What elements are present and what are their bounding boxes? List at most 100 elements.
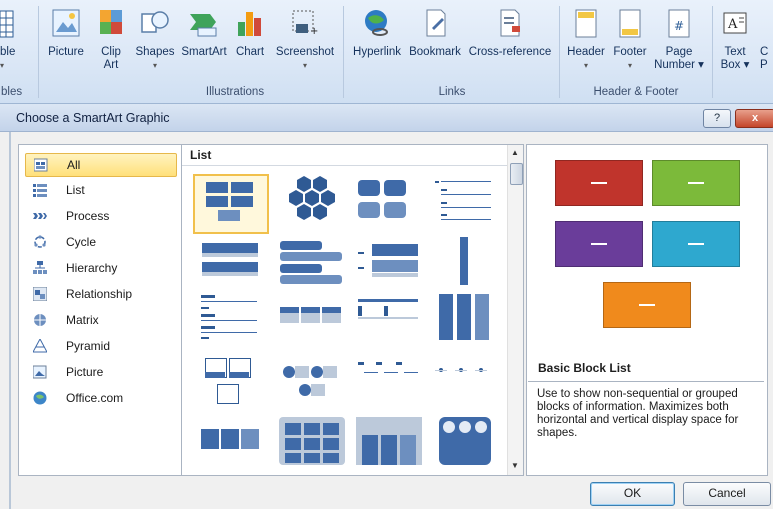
category-label: All — [67, 158, 81, 172]
header-footer-group-label: Header & Footer — [593, 86, 679, 98]
cross-reference-label: Cross-reference — [468, 46, 552, 58]
preview-layout-name: Basic Block List — [538, 361, 631, 375]
picture-button[interactable]: Picture — [45, 8, 87, 59]
list-icon — [33, 183, 47, 197]
layout-tile-hexagon-cluster[interactable] — [275, 174, 349, 230]
smartart-button[interactable]: SmartArt — [180, 8, 228, 59]
category-label: Office.com — [66, 391, 124, 405]
footer-button[interactable]: Footer ▾ — [610, 8, 650, 72]
layout-tile-segmented-list[interactable] — [352, 291, 426, 347]
clip-art-icon — [96, 8, 126, 38]
layout-tile-lined-list[interactable] — [427, 174, 501, 230]
layout-tile-pyramid-list[interactable] — [275, 291, 349, 347]
category-item-pyramid[interactable]: Pyramid — [25, 335, 175, 357]
category-list: All List Process Cycle Hierarchy Relatio… — [18, 144, 182, 476]
text-box-button[interactable]: A Text Box ▾ — [715, 8, 755, 72]
layout-tile-circle-block-list[interactable] — [427, 413, 501, 469]
layout-tile-stacked-list[interactable] — [275, 235, 349, 291]
category-label: Process — [66, 209, 110, 223]
screenshot-button[interactable]: + Screenshot ▾ — [272, 8, 338, 72]
cancel-button[interactable]: Cancel — [683, 482, 771, 506]
page-number-button[interactable]: # Page Number ▾ — [652, 8, 706, 72]
category-item-office-com[interactable]: Office.com — [25, 387, 175, 409]
header-button[interactable]: Header ▾ — [564, 8, 608, 72]
preview-block-cyan — [652, 221, 740, 267]
layout-tile-vertical-bullet-list[interactable] — [427, 235, 501, 291]
partial-ribbon-button[interactable]: C P — [760, 8, 773, 72]
preview-block-green — [652, 160, 740, 206]
smartart-label: SmartArt — [181, 46, 227, 58]
shapes-button[interactable]: Shapes ▾ — [133, 8, 177, 72]
page-number-label-2: Number ▾ — [654, 59, 704, 71]
layout-tile-circle-accent-list[interactable] — [275, 352, 349, 408]
close-button[interactable]: x — [735, 109, 773, 128]
gallery-heading: List — [190, 148, 212, 162]
category-item-relationship[interactable]: Relationship — [25, 283, 175, 305]
smartart-icon — [188, 8, 220, 38]
clip-art-label-1: Clip — [101, 46, 121, 58]
layout-tile-horizontal-bullet-list[interactable] — [193, 235, 267, 291]
hyperlink-icon — [362, 8, 392, 38]
text-box-label-1: Text — [724, 46, 746, 58]
cycle-icon — [33, 235, 47, 249]
category-label: Matrix — [66, 313, 99, 327]
shapes-icon — [139, 8, 171, 38]
layout-tile-grouped-list[interactable] — [352, 174, 426, 230]
layout-tile-accent-dot-list[interactable] — [427, 352, 501, 408]
layout-tile-picture-caption-list[interactable] — [193, 352, 267, 408]
scroll-down-arrow-icon[interactable]: ▼ — [511, 461, 519, 470]
links-group-label: Links — [438, 86, 466, 98]
category-item-process[interactable]: Process — [25, 205, 175, 227]
layout-tile-vertical-block-list[interactable] — [427, 291, 501, 347]
category-item-all[interactable]: All — [25, 153, 177, 177]
table-button[interactable]: ble ▾ — [0, 8, 30, 72]
layout-tile-basic-block-list[interactable] — [193, 174, 269, 234]
matrix-icon — [33, 313, 47, 327]
layout-tile-stacked-block-list[interactable] — [352, 413, 426, 469]
category-label: Relationship — [66, 287, 133, 301]
footer-label: Footer — [613, 46, 647, 58]
picture-category-icon — [32, 365, 47, 379]
scroll-thumb[interactable] — [510, 163, 523, 185]
page-number-label-1: Page — [665, 46, 693, 58]
tables-group-label: bles — [1, 86, 23, 98]
picture-label: Picture — [48, 46, 84, 58]
svg-text:#: # — [674, 19, 684, 33]
category-item-picture[interactable]: Picture — [25, 361, 175, 383]
gallery-scrollbar[interactable]: ▲ ▼ — [507, 145, 523, 475]
scroll-up-arrow-icon[interactable]: ▲ — [511, 148, 519, 157]
illustrations-group-label: Illustrations — [205, 86, 265, 98]
process-icon — [33, 209, 47, 223]
preview-block-red — [555, 160, 643, 206]
bookmark-button[interactable]: Bookmark — [408, 8, 462, 59]
category-item-list[interactable]: List — [25, 179, 175, 201]
layout-tile-dot-list[interactable] — [352, 352, 426, 408]
layout-tile-horizontal-block-list[interactable] — [193, 413, 267, 469]
preview-block-purple — [555, 221, 643, 267]
text-box-icon: A — [722, 8, 748, 38]
group-separator — [559, 6, 560, 98]
globe-icon — [33, 391, 47, 405]
category-item-cycle[interactable]: Cycle — [25, 231, 175, 253]
dialog-title: Choose a SmartArt Graphic — [16, 111, 170, 125]
category-label: Picture — [66, 365, 104, 379]
dialog-title-bar[interactable]: Choose a SmartArt Graphic ? x — [0, 104, 773, 132]
category-label: Pyramid — [66, 339, 111, 353]
help-button[interactable]: ? — [703, 109, 731, 128]
category-item-hierarchy[interactable]: Hierarchy — [25, 257, 175, 279]
layout-tile-grouped-block-list[interactable] — [275, 413, 349, 469]
ok-button[interactable]: OK — [590, 482, 675, 506]
clip-art-button[interactable]: Clip Art — [93, 8, 129, 72]
smartart-gallery: List ▲ ▼ — [181, 144, 524, 476]
bookmark-icon — [420, 8, 450, 38]
chart-button[interactable]: Chart — [232, 8, 268, 59]
cross-reference-button[interactable]: Cross-reference — [464, 8, 556, 59]
category-item-matrix[interactable]: Matrix — [25, 309, 175, 331]
pyramid-icon — [32, 337, 48, 353]
partial-icon — [760, 8, 773, 38]
preview-panel: Basic Block List Use to show non-sequent… — [526, 144, 768, 476]
layout-tile-table-list[interactable] — [352, 235, 426, 291]
partial-label-2: P — [760, 59, 768, 71]
layout-tile-trapezoid-list[interactable] — [193, 291, 267, 347]
hyperlink-button[interactable]: Hyperlink — [348, 8, 406, 59]
